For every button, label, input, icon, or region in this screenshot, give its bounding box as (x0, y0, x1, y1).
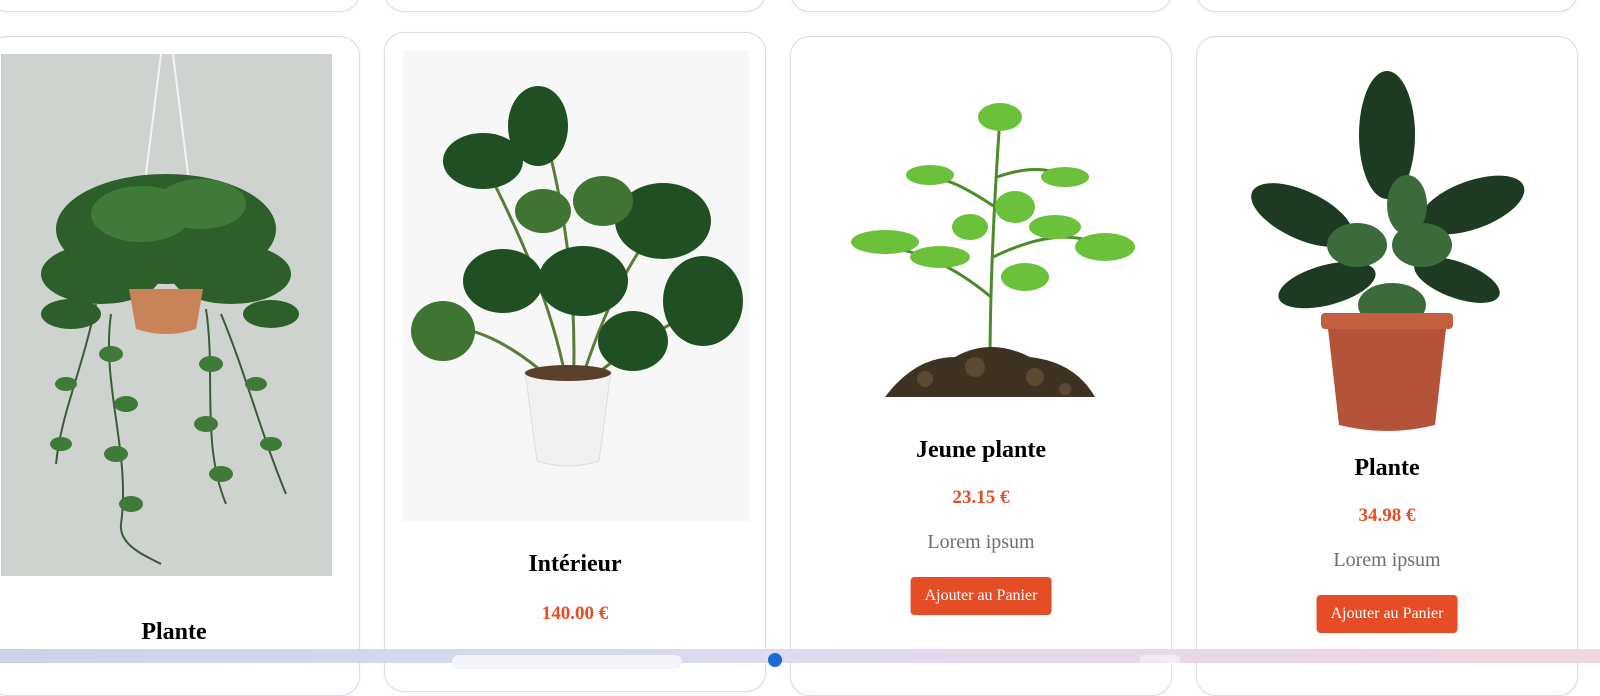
product-description: Lorem ipsum (1333, 549, 1441, 571)
seedling-in-soil-image (825, 67, 1143, 405)
product-price: 34.98 € (1358, 505, 1416, 526)
add-to-cart-button[interactable]: Ajouter au Panier (910, 577, 1052, 615)
product-title: Intérieur (528, 551, 622, 577)
philodendron-in-terracotta-pot-image (1247, 65, 1529, 445)
product-price: 23.15 € (952, 487, 1010, 508)
product-title: Jeune plante (915, 437, 1046, 463)
hanging-pothos-plant-image (1, 54, 332, 576)
product-card-partial (0, 0, 360, 12)
taskbar-app-icon[interactable] (1140, 655, 1180, 669)
product-card: Plante 34.98 € Lorem ipsum Ajouter au Pa… (1196, 36, 1578, 696)
add-to-cart-button[interactable]: Ajouter au Panier (1316, 595, 1458, 633)
product-card: Jeune plante 23.15 € Lorem ipsum Ajouter… (790, 36, 1172, 696)
product-card-partial (384, 0, 766, 12)
monstera-potted-plant-image (403, 51, 749, 521)
product-price: 140.00 € (541, 603, 609, 624)
taskbar (0, 649, 1600, 669)
product-card-partial (1196, 0, 1578, 12)
taskbar-app-icon[interactable] (768, 653, 782, 667)
product-card: Intérieur 140.00 € (384, 32, 766, 692)
product-card-partial (790, 0, 1172, 12)
taskbar-search-box[interactable] (452, 655, 682, 669)
product-description: Lorem ipsum (927, 531, 1035, 553)
product-card: Plante (0, 36, 360, 696)
product-title: Plante (1354, 455, 1420, 481)
product-title: Plante (141, 619, 207, 645)
